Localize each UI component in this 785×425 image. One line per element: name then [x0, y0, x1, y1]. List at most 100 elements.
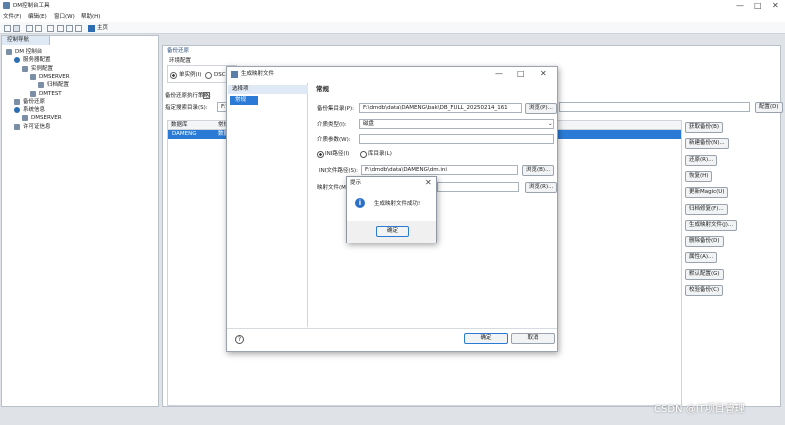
- instance-icon: [22, 65, 28, 72]
- chevron-down-icon[interactable]: ⌄: [548, 120, 553, 128]
- info-icon: i: [355, 198, 365, 208]
- maximize-button[interactable]: □: [754, 1, 762, 11]
- gen-dialog-close[interactable]: ✕: [540, 69, 547, 79]
- tree-item-label: 系统信息: [23, 107, 46, 114]
- env-label: 环境配置: [169, 58, 192, 64]
- back-icon[interactable]: [57, 25, 64, 32]
- gen-dialog-maximize[interactable]: □: [517, 69, 525, 79]
- radio-dsc[interactable]: [205, 72, 212, 79]
- node-icon: [30, 90, 36, 97]
- server-icon: [14, 57, 20, 64]
- message-title: 提示: [350, 180, 362, 186]
- menu-file[interactable]: 文件(F): [3, 13, 21, 21]
- minimize-button[interactable]: —: [736, 1, 744, 11]
- nav-panel: 控制导航 DM 控制台 服务器配置 实例配置 DMSERVER 归档配置 DMTEST 备份…: [1, 35, 159, 407]
- radio-single[interactable]: [170, 72, 177, 79]
- dir-label: 指定搜索目录(S):: [165, 105, 208, 111]
- action-button[interactable]: 生成映射文件(J)...: [685, 219, 738, 231]
- radio-lib[interactable]: [360, 151, 367, 158]
- action-button[interactable]: 删除备份(D): [685, 236, 724, 248]
- copy-icon[interactable]: [26, 25, 33, 32]
- nav-general-label: 常规: [235, 97, 247, 103]
- nav-tab[interactable]: 控制导航: [2, 36, 50, 45]
- node-icon: [30, 73, 36, 80]
- media-type-select[interactable]: 磁盘: [359, 119, 554, 129]
- action-button[interactable]: 校验备份(C): [685, 285, 724, 296]
- paste-icon[interactable]: [35, 25, 42, 32]
- save-icon[interactable]: [13, 25, 20, 32]
- tree-item-label: DM 控制台: [15, 49, 43, 55]
- db-icon: [6, 49, 12, 55]
- help-icon[interactable]: ?: [235, 335, 244, 344]
- gen-dialog-title: 生成映射文件: [241, 71, 275, 77]
- section-title: 备份还原: [167, 48, 190, 54]
- backup-dir-input[interactable]: F:\dmdb\data\DAMENG\bak\DB_FULL_20250214…: [359, 103, 522, 113]
- map-input[interactable]: [437, 182, 519, 192]
- radio-ini[interactable]: [317, 151, 324, 158]
- tree-item-label: 实例配置: [31, 65, 54, 72]
- nav-tab-label: 控制导航: [7, 37, 30, 43]
- menu-edit[interactable]: 编辑(E): [28, 13, 47, 21]
- close-button[interactable]: ✕: [772, 1, 779, 11]
- ini-label: INI文件路径(S):: [319, 168, 358, 174]
- map-label: 映射文件(M): [317, 185, 349, 191]
- archive-icon: [38, 82, 44, 89]
- media-type-label: 介质类型(I):: [317, 122, 347, 128]
- gen-dialog-minimize[interactable]: —: [495, 69, 503, 79]
- action-button[interactable]: 归档修复(F)...: [685, 203, 728, 215]
- gen-dialog-footer-divider: [227, 328, 557, 329]
- ini-input[interactable]: F:\dmdb\data\DAMENG\dm.ini: [361, 165, 518, 175]
- tree-item-label: DMSERVER: [31, 115, 62, 122]
- exec-checkbox[interactable]: [203, 92, 210, 99]
- menu-help[interactable]: 帮助(H): [81, 13, 100, 21]
- app-icon: [3, 2, 10, 9]
- message-ok-button[interactable]: 确定: [376, 226, 409, 237]
- nav-general-item[interactable]: 常规: [230, 96, 258, 105]
- media-param-input[interactable]: [359, 134, 554, 144]
- tree-item-label: DMSERVER: [39, 73, 70, 80]
- nav-select-header: 选择项: [228, 85, 308, 94]
- dialog-icon: [231, 71, 238, 78]
- action-button[interactable]: 默认配置(G): [685, 268, 724, 280]
- message-text: 生成映射文件成功!: [374, 201, 421, 207]
- radio-single-label: 单实例(I): [179, 72, 202, 78]
- node-icon: [22, 115, 28, 122]
- home-label[interactable]: 主页: [97, 24, 108, 32]
- undo-icon[interactable]: [47, 25, 54, 32]
- gen-dialog-nav: 选择项 常规: [228, 83, 308, 327]
- action-button[interactable]: 获取备份(B): [685, 122, 724, 133]
- window-title: DM控制台工具: [13, 3, 50, 9]
- tree-item-label: 许可证信息: [23, 123, 51, 130]
- action-button[interactable]: 属性(A)...: [685, 252, 718, 264]
- row-db: DAMENG: [172, 131, 197, 137]
- tree-item-label: 服务器配置: [23, 57, 51, 64]
- gen-section-title: 常规: [316, 85, 329, 93]
- gen-ok-button[interactable]: 确定: [464, 333, 508, 344]
- backup-dir-label: 备份集目录(P):: [317, 106, 354, 112]
- title-bar: DM控制台工具 — □ ✕: [0, 0, 785, 12]
- browse-p-button[interactable]: 浏览(P)...: [525, 103, 557, 114]
- action-button[interactable]: 更新Magic(U): [685, 187, 729, 199]
- tree-item-label: 备份还原: [23, 98, 46, 105]
- config-button[interactable]: 配置(D): [755, 102, 783, 113]
- refresh-icon[interactable]: [75, 25, 82, 32]
- gen-cancel-button[interactable]: 取消: [511, 333, 555, 344]
- new-icon[interactable]: [4, 25, 11, 32]
- menu-window[interactable]: 窗口(W): [54, 13, 75, 21]
- radio-ini-label: INI路径(I): [325, 151, 350, 157]
- action-button[interactable]: 恢复(H): [685, 170, 713, 182]
- header-db: 数据库: [171, 122, 188, 128]
- nav-select-label: 选择项: [232, 86, 249, 92]
- media-param-label: 介质参数(W):: [317, 137, 351, 143]
- browse-r-button[interactable]: 浏览(R)...: [525, 182, 558, 193]
- tree-item-label: DMTEST: [39, 90, 62, 97]
- action-button[interactable]: 新建备份(N)...: [685, 138, 729, 150]
- menu-bar: 文件(F) 编辑(E) 窗口(W) 帮助(H): [0, 12, 785, 22]
- forward-icon[interactable]: [66, 25, 73, 32]
- home-icon[interactable]: [88, 25, 95, 32]
- browse-b-button[interactable]: 浏览(B)...: [522, 165, 555, 176]
- toolbar: 主页: [0, 22, 785, 34]
- dir-input-tail[interactable]: [559, 102, 750, 112]
- message-close-button[interactable]: ✕: [425, 178, 432, 188]
- action-button[interactable]: 还原(R)...: [685, 154, 718, 166]
